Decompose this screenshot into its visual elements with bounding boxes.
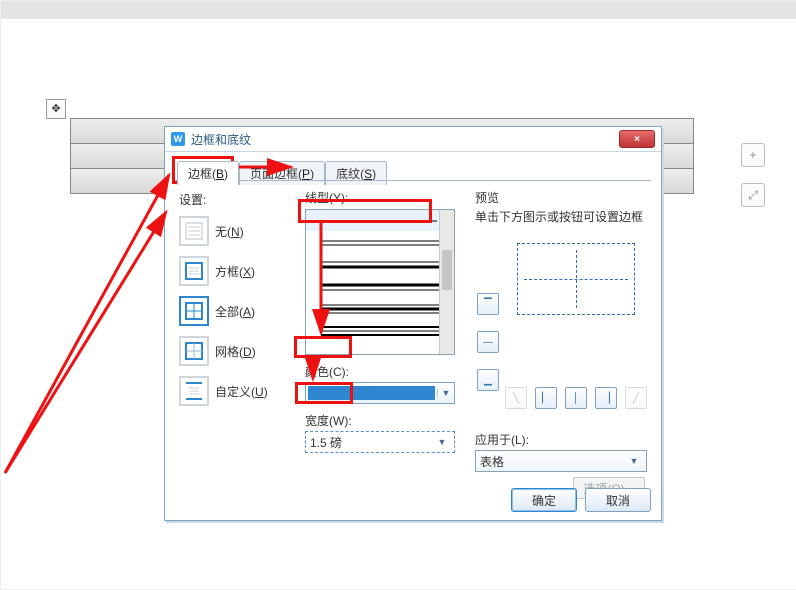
width-picker[interactable]: 1.5 磅 ▼ — [305, 431, 455, 453]
close-icon: × — [634, 134, 640, 145]
dialog-title: 边框和底纹 — [191, 131, 613, 148]
tab-page-border[interactable]: 页面边框(P) — [239, 161, 325, 185]
annotation-box — [294, 336, 352, 358]
apply-to-section: 应用于(L): 表格 ▼ — [475, 431, 647, 472]
dialog-titlebar[interactable]: W 边框和底纹 × — [165, 127, 661, 152]
setting-all[interactable]: 全部(A) — [179, 294, 287, 328]
border-diag2-toggle[interactable]: ╱ — [625, 387, 647, 409]
preview-hint: 单击下方图示或按钮可设置边框 — [475, 208, 647, 225]
border-left-toggle[interactable]: ▏ — [535, 387, 557, 409]
border-diag1-toggle[interactable]: ╲ — [505, 387, 527, 409]
setting-none-icon — [179, 216, 209, 246]
side-tool-add[interactable]: + — [741, 143, 765, 167]
line-style-list[interactable] — [305, 209, 455, 355]
side-tool-expand[interactable]: ⤢ — [741, 183, 765, 207]
settings-label: 设置: — [179, 191, 287, 208]
annotation-box — [295, 382, 353, 404]
cancel-button[interactable]: 取消 — [585, 488, 651, 512]
dialog-buttons: 确定 取消 — [511, 488, 651, 512]
annotation-box — [298, 199, 432, 223]
ok-button[interactable]: 确定 — [511, 488, 577, 512]
preview-left-buttons: ▔ ― ▁ — [477, 293, 499, 391]
border-bottom-toggle[interactable]: ▁ — [477, 369, 499, 391]
setting-grid[interactable]: 网格(D) — [179, 334, 287, 368]
chevron-down-icon: ▼ — [437, 388, 454, 398]
line-style-item[interactable] — [306, 254, 454, 276]
width-value: 1.5 磅 — [310, 434, 434, 451]
ribbon-placeholder — [1, 1, 796, 19]
setting-custom[interactable]: 自定义(U) — [179, 374, 287, 408]
border-top-toggle[interactable]: ▔ — [477, 293, 499, 315]
scrollbar[interactable] — [439, 210, 454, 354]
setting-custom-icon — [179, 376, 209, 406]
apply-to-select[interactable]: 表格 ▼ — [475, 450, 647, 472]
style-column: 线型(Y): 颜色(C): ▼ 宽度(W): 1.5 磅 — [305, 189, 455, 453]
table-move-handle[interactable]: ✥ — [46, 99, 66, 119]
preview-label: 预览 — [475, 189, 647, 206]
close-button[interactable]: × — [619, 130, 655, 148]
preview-column: 预览 单击下方图示或按钮可设置边框 — [475, 189, 647, 315]
apply-to-label: 应用于(L): — [475, 431, 647, 448]
border-right-toggle[interactable]: ▕ — [595, 387, 617, 409]
app-icon: W — [171, 132, 185, 146]
setting-none[interactable]: 无(N) — [179, 214, 287, 248]
line-style-item[interactable] — [306, 232, 454, 254]
setting-box[interactable]: 方框(X) — [179, 254, 287, 288]
chevron-down-icon: ▼ — [626, 456, 642, 466]
width-label: 宽度(W): — [305, 412, 455, 429]
setting-all-icon — [179, 296, 209, 326]
tab-shading[interactable]: 底纹(S) — [325, 161, 387, 185]
tab-border[interactable]: 边框(B) — [177, 161, 239, 185]
border-vmiddle-toggle[interactable]: │ — [565, 387, 587, 409]
scrollbar-thumb[interactable] — [442, 250, 452, 290]
settings-column: 设置: 无(N) 方框(X) 全部(A) 网格(D) — [179, 191, 287, 414]
setting-grid-icon — [179, 336, 209, 366]
screenshot-canvas: ✥ + ⤢ W 边框和底纹 × 边框(B) 页面边框(P) 底纹(S) 设置: — [0, 0, 796, 590]
dialog-tabs: 边框(B) 页面边框(P) 底纹(S) — [177, 161, 651, 185]
line-style-item[interactable] — [306, 298, 454, 320]
apply-to-value: 表格 — [480, 453, 626, 470]
line-style-item[interactable] — [306, 276, 454, 298]
borders-shading-dialog: W 边框和底纹 × 边框(B) 页面边框(P) 底纹(S) 设置: 无(N) 方 — [164, 126, 662, 521]
color-label: 颜色(C): — [305, 363, 455, 380]
preview-diagram[interactable] — [517, 243, 635, 315]
move-icon: ✥ — [51, 104, 60, 115]
setting-box-icon — [179, 256, 209, 286]
chevron-down-icon: ▼ — [434, 437, 450, 447]
border-hmiddle-toggle[interactable]: ― — [477, 331, 499, 353]
preview-bottom-buttons: ╲ ▏ │ ▕ ╱ — [505, 387, 647, 409]
